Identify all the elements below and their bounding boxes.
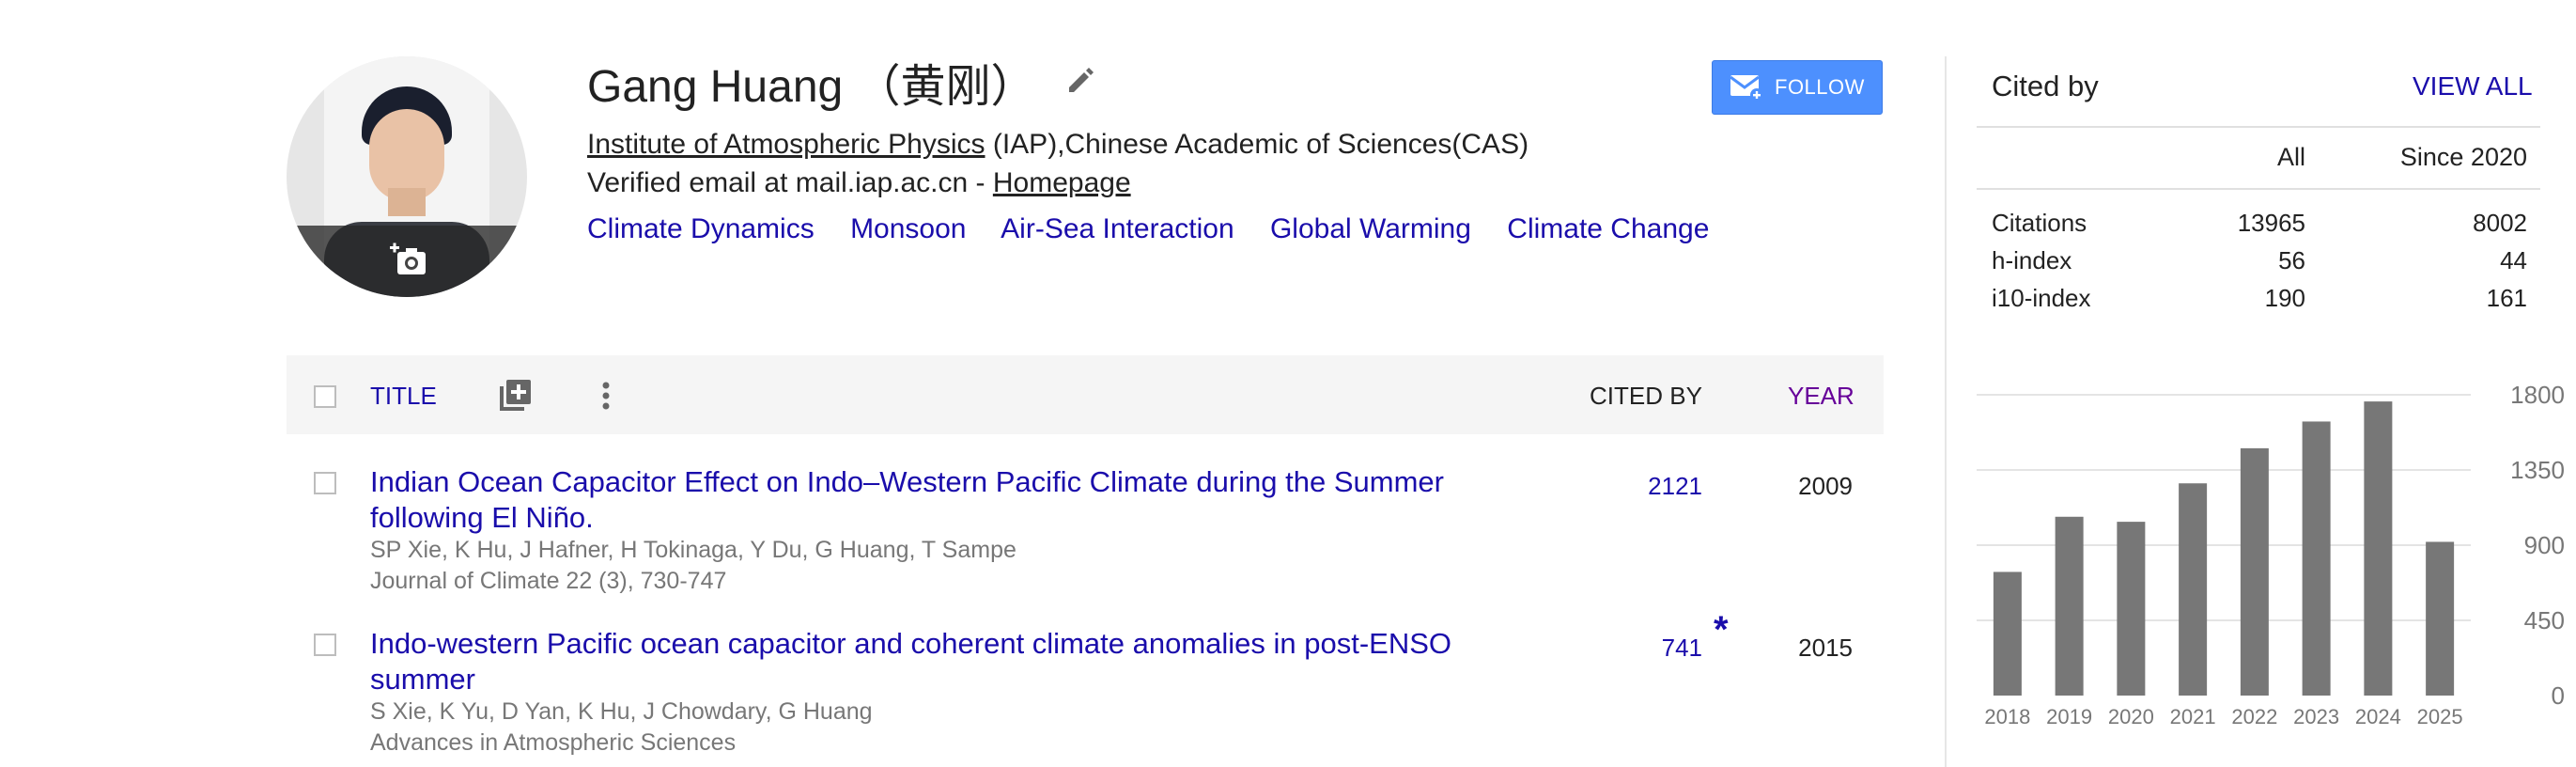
homepage-link[interactable]: Homepage [993, 167, 1131, 198]
article-title-link[interactable]: Indian Ocean Capacitor Effect on Indo–We… [370, 464, 1516, 536]
chart-bar-2022[interactable] [2240, 447, 2269, 696]
profile-email: Verified email at mail.iap.ac.cn - Homep… [587, 167, 1131, 199]
citations-per-year-chart: 1800 1350 900 450 0 2018 2019 2020 2021 2022 2023 2… [1977, 381, 2565, 728]
edit-pencil-icon[interactable] [1065, 66, 1095, 96]
chart-x-tick-label: 2022 [2231, 705, 2277, 728]
profile-affiliation: Institute of Atmospheric Physics (IAP),C… [587, 129, 1529, 161]
article-year: 2009 [1798, 472, 1853, 500]
article-cited-count[interactable]: 741 [1571, 634, 1702, 663]
chart-y-tick-label: 900 [2524, 531, 2565, 559]
chart-bar-2025[interactable] [2426, 541, 2455, 696]
stats-citations-since: 8002 [2473, 209, 2527, 237]
select-all-checkbox[interactable] [314, 385, 336, 408]
more-options-icon[interactable] [595, 377, 617, 415]
chart-y-tick-label: 0 [2552, 681, 2565, 710]
chart-y-tick-label: 1350 [2510, 456, 2565, 484]
stats-i10-index-all: 190 [2264, 284, 2305, 312]
chart-x-tick-label: 2024 [2355, 705, 2401, 728]
profile-name: Gang Huang （黄刚） [587, 62, 1036, 112]
row-checkbox[interactable] [314, 634, 336, 656]
stats-col-since: Since 2020 [2399, 143, 2527, 171]
stats-header-separator [1977, 188, 2540, 190]
chart-x-tick-label: 2019 [2046, 705, 2092, 728]
photo-neck [388, 188, 426, 216]
chart-bar-2023[interactable] [2302, 421, 2331, 696]
stats-label-citations: Citations [1992, 209, 2087, 237]
stats-col-all: All [2276, 143, 2305, 171]
chart-y-tick-label: 1800 [2510, 381, 2565, 409]
stats-h-index-since: 44 [2500, 246, 2527, 274]
follow-button[interactable]: FOLLOW [1712, 60, 1883, 115]
title-column-header[interactable]: TITLE [370, 382, 437, 411]
email-text: Verified email at mail.iap.ac.cn - [587, 167, 993, 198]
chart-bar-2019[interactable] [2055, 516, 2084, 696]
interest-climate-change[interactable]: Climate Change [1507, 213, 1709, 244]
research-interests: Climate Dynamics Monsoon Air-Sea Interac… [587, 213, 1737, 245]
add-to-library-icon[interactable] [496, 377, 534, 415]
year-column-header[interactable]: YEAR [1788, 382, 1854, 411]
stats-citations-all: 13965 [2237, 209, 2305, 237]
article-venue: Journal of Climate 22 (3), 730-747 [370, 568, 727, 594]
row-checkbox[interactable] [314, 472, 336, 494]
article-venue: Advances in Atmospheric Sciences [370, 729, 737, 756]
chart-bar-2018[interactable] [1993, 571, 2022, 696]
affiliation-link[interactable]: Institute of Atmospheric Physics [587, 129, 985, 160]
view-all-link[interactable]: VIEW ALL [2413, 71, 2533, 102]
chart-x-tick-label: 2025 [2417, 705, 2463, 728]
article-cited-count[interactable]: 2121 [1571, 472, 1702, 501]
chart-x-tick-label: 2018 [1984, 705, 2030, 728]
chart-x-tick-label: 2021 [2170, 705, 2216, 728]
interest-air-sea-interaction[interactable]: Air-Sea Interaction [1001, 213, 1234, 244]
follow-label: FOLLOW [1775, 75, 1865, 99]
cited-by-column-header[interactable]: CITED BY [1590, 382, 1702, 411]
chart-bar-2024[interactable] [2364, 401, 2393, 696]
article-authors: SP Xie, K Hu, J Hafner, H Tokinaga, Y Du… [370, 537, 1016, 563]
chart-x-tick-label: 2023 [2293, 705, 2339, 728]
stats-i10-index-since: 161 [2486, 284, 2527, 312]
chart-bar-2020[interactable] [2117, 522, 2146, 696]
sidebar-divider [1945, 56, 1947, 767]
follow-mail-icon [1730, 75, 1763, 102]
stats-label-h-index: h-index [1992, 246, 2072, 274]
article-title-link[interactable]: Indo-western Pacific ocean capacitor and… [370, 626, 1516, 697]
stats-label-i10-index: i10-index [1992, 284, 2091, 312]
stats-h-index-all: 56 [2278, 246, 2305, 274]
merged-citation-star[interactable]: * [1714, 609, 1729, 651]
affiliation-text: (IAP),Chinese Academic of Sciences(CAS) [985, 129, 1529, 160]
add-photo-icon[interactable] [388, 241, 429, 278]
chart-bar-2021[interactable] [2179, 483, 2208, 696]
avatar[interactable] [287, 56, 527, 297]
article-authors: S Xie, K Yu, D Yan, K Hu, J Chowdary, G … [370, 698, 873, 725]
cited-by-separator [1977, 126, 2540, 128]
cited-by-title: Cited by [1992, 70, 2099, 102]
article-year: 2015 [1798, 634, 1853, 662]
chart-y-tick-label: 450 [2524, 606, 2565, 634]
interest-monsoon[interactable]: Monsoon [850, 213, 966, 244]
chart-x-tick-label: 2020 [2108, 705, 2154, 728]
interest-global-warming[interactable]: Global Warming [1270, 213, 1471, 244]
interest-climate-dynamics[interactable]: Climate Dynamics [587, 213, 815, 244]
